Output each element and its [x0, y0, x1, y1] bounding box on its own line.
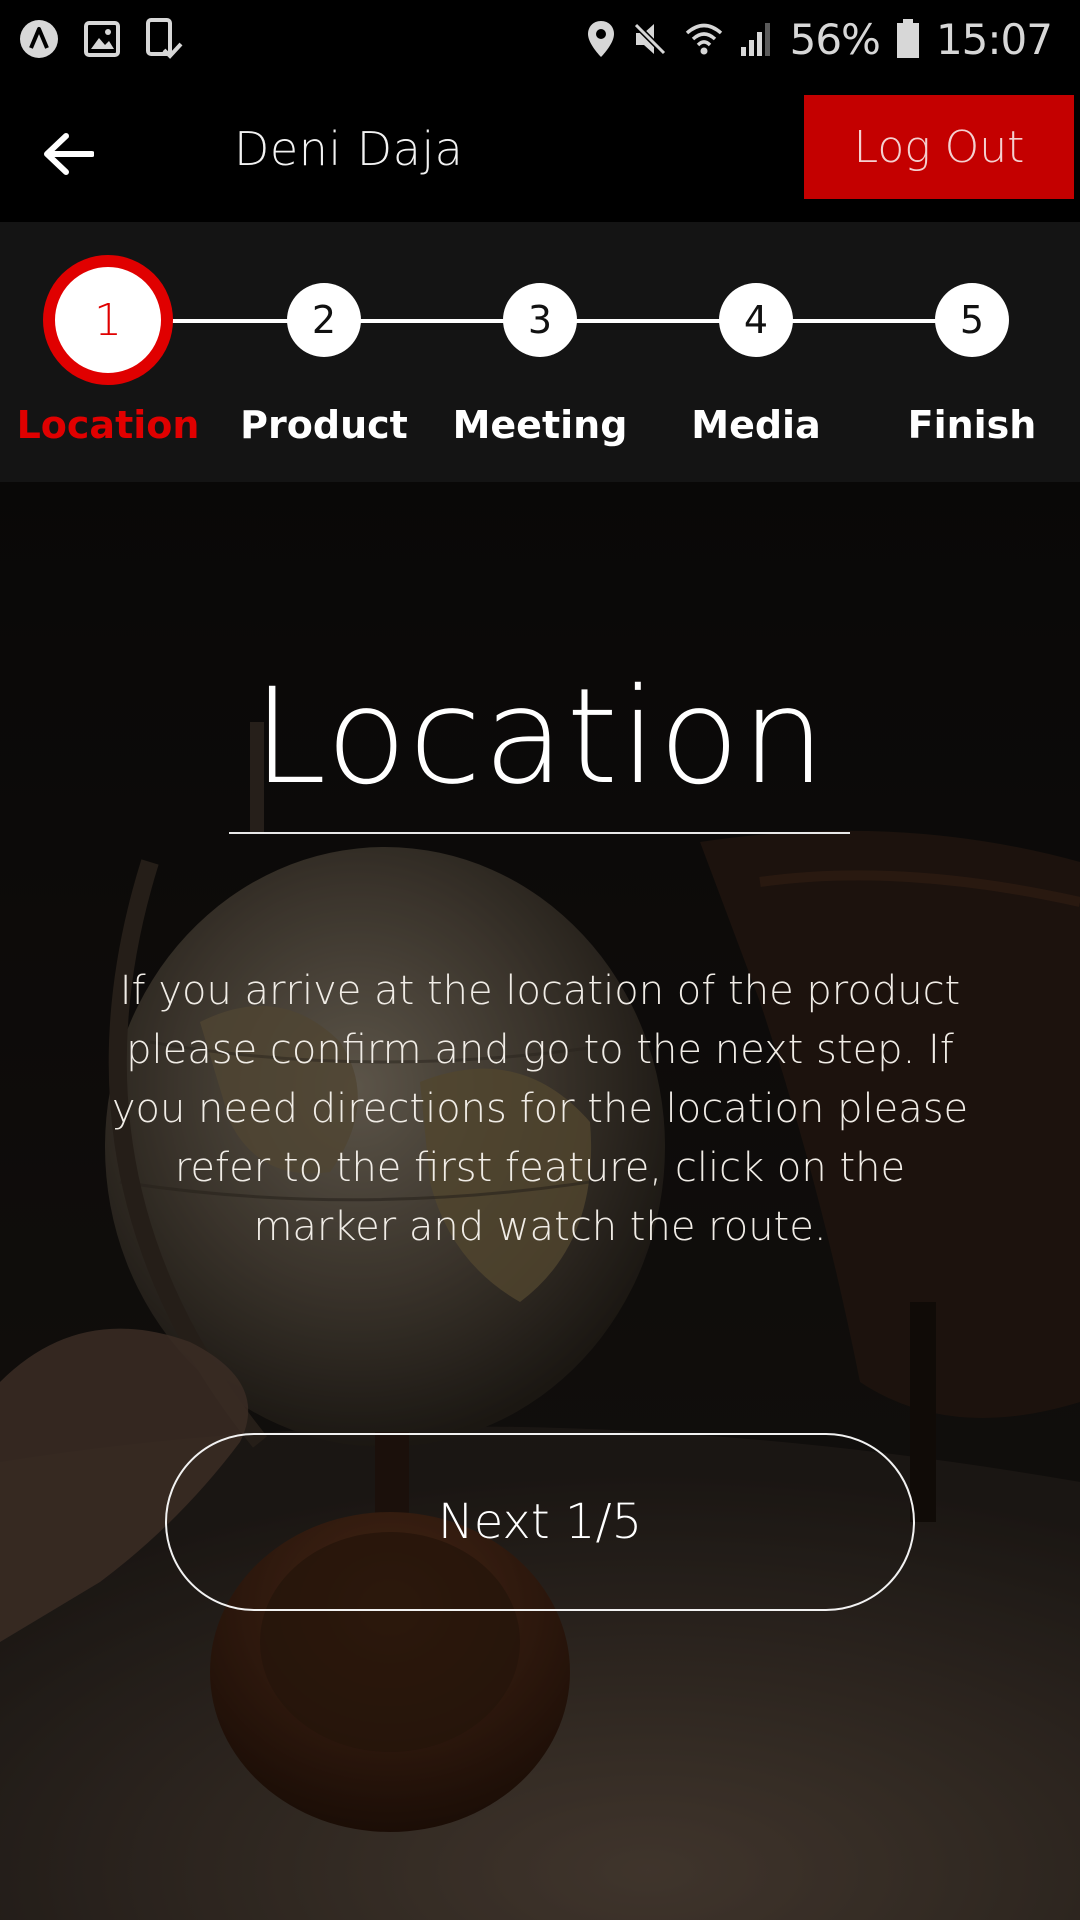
step-number: 5 [935, 283, 1009, 357]
location-icon [586, 19, 616, 59]
image-icon [84, 21, 120, 57]
step-number: 1 [43, 255, 173, 385]
battery-percent: 56% [789, 14, 881, 64]
mute-icon [632, 21, 668, 57]
step-label: Location [16, 403, 200, 447]
app-icon [18, 18, 60, 60]
step-label: Meeting [452, 403, 628, 447]
next-button[interactable]: Next 1/5 [165, 1433, 915, 1611]
step-label: Product [240, 403, 408, 447]
logout-button[interactable]: Log Out [804, 95, 1074, 199]
title-underline [229, 832, 850, 834]
location-step-content: Location If you arrive at the location o… [0, 482, 1080, 1920]
wifi-icon [684, 19, 724, 59]
clock: 15:07 [935, 14, 1053, 64]
step-finish[interactable]: 5 Finish [864, 222, 1080, 482]
progress-stepper: 1 Location 2 Product 3 Meeting 4 Media 5… [0, 222, 1080, 482]
status-bar-system: 56% 15:07 [586, 10, 1053, 68]
page-title: Location [252, 660, 828, 814]
step-number: 4 [719, 283, 793, 357]
step-label: Finish [907, 403, 1037, 447]
step-label: Media [691, 403, 821, 447]
app-bar: Deni Daja Log Out [0, 78, 1080, 222]
signal-icon [740, 21, 774, 57]
battery-icon [896, 19, 920, 59]
status-bar: 56% 15:07 [0, 0, 1080, 78]
step-number: 3 [503, 283, 577, 357]
back-button[interactable] [36, 122, 100, 186]
user-name: Deni Daja [234, 122, 464, 176]
status-bar-notifications [18, 18, 184, 60]
step-meeting[interactable]: 3 Meeting [432, 222, 648, 482]
step-number: 2 [287, 283, 361, 357]
step-location[interactable]: 1 Location [0, 222, 216, 482]
step-media[interactable]: 4 Media [648, 222, 864, 482]
step-product[interactable]: 2 Product [216, 222, 432, 482]
arrow-left-icon [44, 133, 94, 175]
phone-check-icon [144, 18, 184, 60]
instructions-text: If you arrive at the location of the pro… [111, 968, 969, 1250]
